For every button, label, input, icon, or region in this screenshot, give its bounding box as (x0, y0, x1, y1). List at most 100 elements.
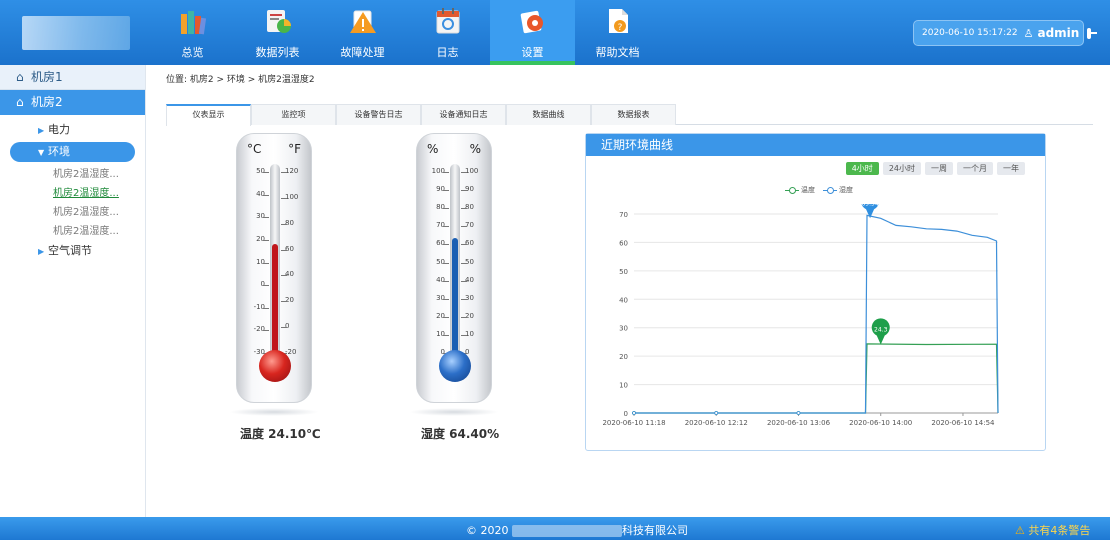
scale-tick (263, 194, 269, 196)
scale-tick (461, 280, 467, 282)
x-tick-label: 2020-06-10 12:12 (685, 419, 748, 427)
caret-right-icon: ▶ (38, 247, 45, 256)
scale-tick (263, 172, 269, 173)
nav-item-3[interactable]: 日志 (405, 0, 490, 65)
books-icon (178, 6, 208, 36)
legend-swatch (785, 186, 799, 194)
nav-item-4[interactable]: 设置 (490, 0, 575, 65)
room-label: 机房1 (31, 70, 63, 84)
temperature-thermometer: °C °F 50 40 30 20 10 0 -10 -20 -30 120 100 80 60 40 20… (236, 133, 312, 403)
sidebar-item-env-3[interactable]: 机房2温湿度... (0, 203, 145, 222)
help-doc-icon: ? (603, 6, 633, 36)
legend-temperature[interactable]: 温度 (785, 185, 815, 195)
scale-tick-label: 0 (285, 322, 290, 331)
marker-label: 69.54 (861, 204, 878, 207)
sidebar-category-hvac[interactable]: ▶ 空气调节 (0, 241, 145, 261)
scale-tick-label: -20 (253, 325, 265, 334)
scale-tick (443, 280, 449, 282)
calendar-icon (433, 6, 463, 36)
tab-4[interactable]: 数据曲线 (506, 104, 591, 125)
scale-tick (443, 334, 449, 336)
footer-copyright: © 2020 科技有限公司 (466, 522, 688, 538)
percent-unit-right: % (469, 142, 481, 156)
logout-icon[interactable] (1087, 27, 1098, 39)
copyright-text: © 2020 (466, 524, 509, 537)
username[interactable]: admin (1037, 26, 1079, 40)
top-bar: 总览 数据列表 故障处理 日志 设置? 帮助文档 2020-06-10 15:17:22 … (0, 0, 1110, 65)
x-tick-label: 2020-06-10 11:18 (602, 419, 665, 427)
range-button-4[interactable]: 一年 (997, 162, 1025, 175)
y-tick-label: 40 (619, 296, 628, 304)
sidebar-room-1[interactable]: ⌂ 机房1 (0, 65, 145, 90)
gear-icon (518, 6, 548, 36)
scale-tick (281, 275, 287, 277)
fahrenheit-unit: °F (288, 142, 301, 156)
marker-label: 24.3 (874, 326, 888, 333)
scale-tick-label: 50 (436, 257, 445, 266)
humidity-thermometer: % % 100 90 80 70 60 50 40 30 20 10 0 100 90 80 70 60 50 4… (416, 133, 492, 403)
scale-tick (281, 223, 287, 225)
y-tick-label: 60 (619, 239, 628, 247)
sidebar-item-env-2[interactable]: 机房2温湿度... (0, 184, 145, 203)
main-nav: 总览 数据列表 故障处理 日志 设置 ? 帮助文档 (150, 0, 660, 65)
caret-down-icon: ▼ (38, 148, 45, 157)
alert-count[interactable]: ⚠ 共有4条警告 (1015, 522, 1090, 538)
y-tick-label: 30 (619, 325, 628, 333)
scale-tick-label: 40 (465, 275, 474, 284)
environment-chart-panel: 近期环境曲线 4小时 24小时 一周 一个月 一年 温度 湿度 0 10 20 30 40 50 6… (585, 133, 1046, 451)
environment-line-chart: 0 10 20 30 40 50 60 70 2020-06-10 11:18 2020-06-1… (602, 204, 999, 427)
range-button-1[interactable]: 24小时 (882, 162, 921, 175)
range-button-2[interactable]: 一周 (925, 162, 953, 175)
scale-tick (461, 262, 467, 264)
nav-item-2[interactable]: 故障处理 (320, 0, 405, 65)
sidebar-category-environment[interactable]: ▼ 环境 (10, 142, 135, 162)
scale-tick-label: 20 (465, 311, 474, 320)
thermometer-shadow (229, 408, 319, 416)
percent-unit-left: % (427, 142, 439, 156)
scale-tick-label: 30 (465, 293, 474, 302)
category-label: 空气调节 (48, 244, 92, 257)
footer: © 2020 科技有限公司 ⚠ 共有4条警告 (0, 517, 1110, 540)
data-point (714, 411, 719, 415)
range-button-3[interactable]: 一个月 (957, 162, 993, 175)
scale-tick (461, 190, 467, 192)
nav-item-1[interactable]: 数据列表 (235, 0, 320, 65)
sidebar-item-env-1[interactable]: 机房2温湿度... (0, 165, 145, 184)
breadcrumb: 位置: 机房2 > 环境 > 机房2温湿度2 (166, 75, 315, 85)
company-suffix: 科技有限公司 (622, 524, 688, 537)
scale-tick-label: 20 (285, 296, 294, 305)
scale-tick-label: 100 (285, 192, 299, 201)
scale-tick (263, 330, 269, 332)
x-tick-label: 2020-06-10 14:54 (931, 419, 995, 427)
legend-humidity[interactable]: 湿度 (823, 185, 853, 195)
scale-tick-label: 10 (465, 329, 474, 338)
sidebar-item-env-4[interactable]: 机房2温湿度... (0, 222, 145, 241)
y-tick-label: 10 (619, 382, 628, 390)
scale-tick-label: 40 (436, 275, 445, 284)
nav-item-label: 总览 (181, 46, 204, 59)
scale-tick (443, 208, 449, 210)
range-button-0[interactable]: 4小时 (845, 162, 879, 175)
tab-3[interactable]: 设备通知日志 (421, 104, 506, 125)
scale-tick-label: 70 (436, 221, 445, 230)
tab-0[interactable]: 仪表显示 (166, 104, 251, 126)
scale-tick (263, 217, 269, 219)
scale-tick-label: 90 (465, 185, 474, 194)
scale-tick-label: 20 (256, 234, 265, 243)
tab-1[interactable]: 监控项 (251, 104, 336, 125)
scale-tick (263, 262, 269, 264)
home-icon: ⌂ (16, 95, 24, 109)
tab-5[interactable]: 数据报表 (591, 104, 676, 125)
sidebar-category-power[interactable]: ▶ 电力 (0, 120, 145, 140)
sidebar-room-2[interactable]: ⌂ 机房2 (0, 90, 145, 115)
scale-tick-label: 100 (431, 167, 445, 175)
nav-item-0[interactable]: 总览 (150, 0, 235, 65)
nav-item-5[interactable]: ? 帮助文档 (575, 0, 660, 65)
room-label: 机房2 (31, 95, 63, 109)
tab-2[interactable]: 设备警告日志 (336, 104, 421, 125)
level-fill (452, 237, 458, 356)
legend-label: 湿度 (839, 186, 853, 194)
scale-tick (461, 172, 467, 173)
y-tick-label: 20 (619, 353, 628, 361)
nav-item-label: 设置 (521, 46, 544, 59)
